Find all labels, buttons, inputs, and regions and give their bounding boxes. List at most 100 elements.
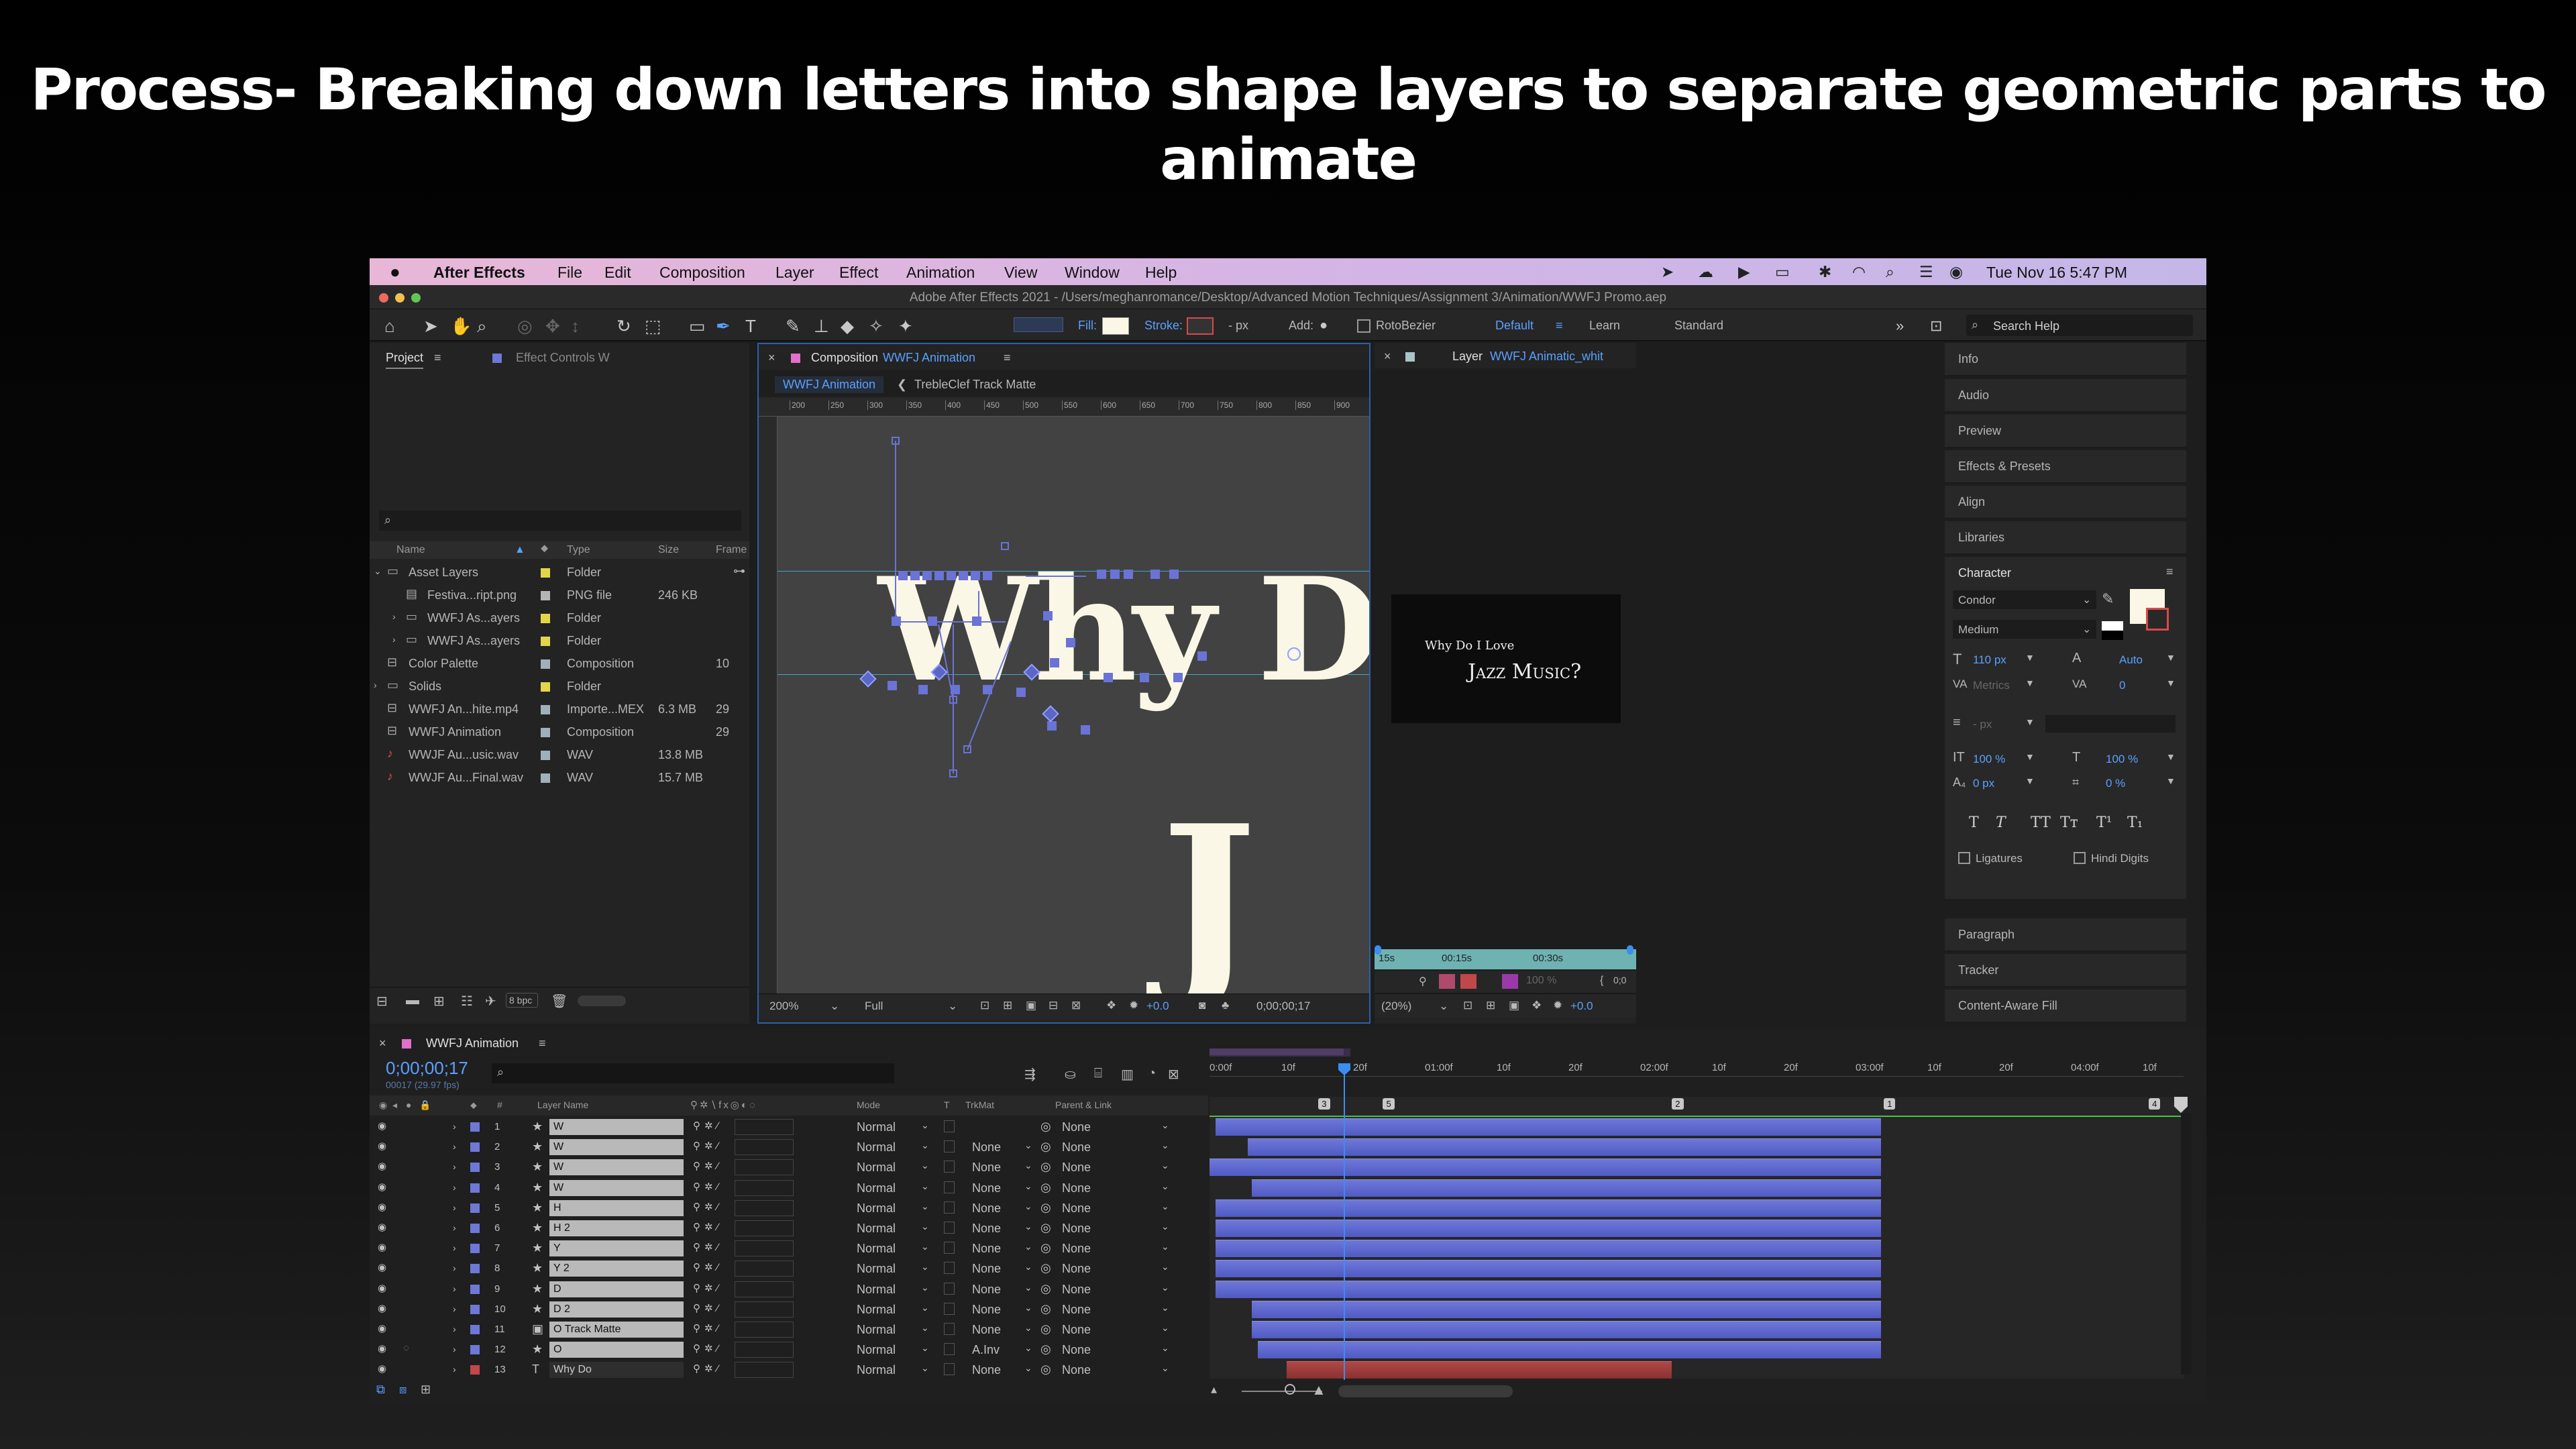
timeline-layer-row[interactable]: ◉ › 6 ★ H 2 ⚲✲∕ Normal ⌄ None ⌄ ◎ None ⌄ <box>370 1218 1204 1238</box>
vertex-handle[interactable] <box>951 685 960 694</box>
expand-layer-icon[interactable]: › <box>453 1202 456 1213</box>
menu-view[interactable]: View <box>1004 264 1037 282</box>
track-matte-chevron-icon[interactable]: ⌄ <box>1024 1221 1032 1232</box>
baseline-shift-value[interactable]: 0 px <box>1973 777 1994 790</box>
align-panel[interactable]: Align <box>1945 486 2186 519</box>
visibility-eye-icon[interactable]: ◉ <box>378 1322 386 1334</box>
leading-chevron-icon[interactable]: ▼ <box>2166 652 2176 663</box>
parent-chevron-icon[interactable]: ⌄ <box>1161 1241 1169 1252</box>
layer-blend-mode[interactable]: Normal <box>857 1262 896 1276</box>
timeline-layer-row[interactable]: ◉ ◌ › 12 ★ O ⚲✲∕ Normal ⌄ A.Inv ⌄ ◎ None ⌄ <box>370 1340 1204 1360</box>
zoom-in-icon[interactable]: ▲ <box>1311 1381 1326 1399</box>
new-composition-icon[interactable]: ⊞ <box>433 993 445 1010</box>
comp-viewer[interactable]: Why Do I Lov J <box>777 417 1369 994</box>
parent-dropdown[interactable]: None <box>1062 1181 1091 1195</box>
layer-duration-bar[interactable] <box>1215 1280 1881 1298</box>
track-matte-dropdown[interactable]: None <box>972 1201 1001 1216</box>
layer-tab-prefix[interactable]: Layer <box>1452 350 1483 364</box>
layer-blend-mode[interactable]: Normal <box>857 1181 896 1195</box>
layer-mask-view-icon[interactable]: ▣ <box>1509 999 1519 1012</box>
pick-whip-icon[interactable]: ◎ <box>1040 1140 1051 1154</box>
visibility-eye-icon[interactable]: ◉ <box>378 1120 386 1132</box>
zoom-slider-thumb[interactable] <box>1285 1384 1295 1395</box>
blend-mode-chevron-icon[interactable]: ⌄ <box>921 1241 929 1252</box>
timeline-layer-row[interactable]: ◉ › 5 ★ H ⚲✲∕ Normal ⌄ None ⌄ ◎ None ⌄ <box>370 1198 1204 1218</box>
comp-marker[interactable]: 2 <box>1672 1098 1684 1110</box>
vertex-handle[interactable] <box>983 571 992 580</box>
visibility-eye-icon[interactable]: ◉ <box>378 1362 386 1375</box>
parent-dropdown[interactable]: None <box>1062 1262 1091 1276</box>
home-icon[interactable]: ⌂ <box>384 316 395 337</box>
parent-chevron-icon[interactable]: ⌄ <box>1161 1181 1169 1192</box>
track-matte-dropdown[interactable]: None <box>972 1242 1001 1256</box>
vertex-handle[interactable] <box>972 616 981 626</box>
blend-mode-chevron-icon[interactable]: ⌄ <box>921 1181 929 1192</box>
expand-layer-icon[interactable]: › <box>453 1303 456 1314</box>
exposure-value[interactable]: +0.0 <box>1146 1000 1169 1013</box>
vertex-handle[interactable] <box>1047 721 1057 731</box>
font-family-dropdown[interactable]: Condor <box>1953 590 2096 609</box>
layer-view-color[interactable] <box>1502 974 1518 989</box>
expand-layer-icon[interactable]: › <box>453 1242 456 1253</box>
blend-mode-chevron-icon[interactable]: ⌄ <box>921 1282 929 1293</box>
layer-duration-bar[interactable] <box>1215 1240 1881 1258</box>
expand-transfer-controls-icon[interactable]: ⧈ <box>399 1383 407 1397</box>
layer-duration-bar[interactable] <box>1215 1220 1881 1237</box>
blend-mode-chevron-icon[interactable]: ⌄ <box>921 1160 929 1171</box>
pick-whip-icon[interactable]: ◎ <box>1040 1160 1051 1174</box>
layer-name-field[interactable]: O <box>549 1342 684 1358</box>
vertex-handle[interactable] <box>928 616 937 626</box>
transparency-grid-icon[interactable]: ⊞ <box>1003 999 1012 1012</box>
project-item[interactable]: › ▭ Solids Folder <box>370 676 749 698</box>
parent-chevron-icon[interactable]: ⌄ <box>1161 1322 1169 1334</box>
preserve-transparency-box[interactable] <box>944 1242 955 1254</box>
project-item[interactable]: ▤ Festiva...ript.png PNG file 246 KB <box>370 584 749 607</box>
layer-switch-boxes[interactable] <box>735 1301 794 1318</box>
blend-mode-chevron-icon[interactable]: ⌄ <box>921 1322 929 1334</box>
more-workspaces-icon[interactable]: » <box>1896 317 1904 335</box>
blend-mode-chevron-icon[interactable]: ⌄ <box>921 1261 929 1273</box>
layer-name-field[interactable]: W <box>549 1179 684 1196</box>
timeline-layer-row[interactable]: ◉ › 13 T Why Do ⚲✲∕ Normal ⌄ None ⌄ ◎ None ⌄ <box>370 1360 1204 1379</box>
comp-marker[interactable]: 5 <box>1383 1098 1395 1110</box>
font-size-value[interactable]: 110 px <box>1973 653 2006 667</box>
fill-swatch[interactable] <box>1102 317 1129 335</box>
content-aware-fill-panel[interactable]: Content-Aware Fill <box>1945 989 2186 1023</box>
time-ruler[interactable]: 0:00f 10f 20f 01:00f 10f 20f 02:00f 10f 20f 03:00… <box>1210 1058 2184 1077</box>
layer-viewer-area[interactable]: Why Do I Love Jazz Music? <box>1375 368 1636 992</box>
marker-row[interactable]: 3 5 2 1 4 <box>1210 1097 2184 1117</box>
menu-effect[interactable]: Effect <box>839 264 878 282</box>
layer-switch-boxes[interactable] <box>735 1139 794 1156</box>
faux-italic-button[interactable]: T <box>1996 814 2006 831</box>
hand-tool-icon[interactable]: ✋ <box>450 316 472 337</box>
timeline-tab[interactable]: WWFJ Animation <box>426 1036 519 1051</box>
blend-mode-chevron-icon[interactable]: ⌄ <box>921 1362 929 1374</box>
lock-column-icon[interactable]: 🔒 <box>419 1099 431 1111</box>
layer-in-bracket-icon[interactable]: { <box>1600 975 1603 987</box>
track-matte-chevron-icon[interactable]: ⌄ <box>1024 1181 1032 1192</box>
vertex-handle[interactable] <box>888 681 897 690</box>
parent-dropdown[interactable]: None <box>1062 1363 1091 1377</box>
project-item[interactable]: ⌄ ▭ Asset Layers Folder <box>370 561 749 584</box>
vertex-handle[interactable] <box>1169 570 1179 579</box>
layer-blend-mode[interactable]: Normal <box>857 1303 896 1317</box>
track-matte-chevron-icon[interactable]: ⌄ <box>1024 1160 1032 1171</box>
layer-duration-bar[interactable] <box>1210 1159 1881 1177</box>
layer-duration-bar[interactable] <box>1252 1179 1881 1197</box>
timeline-vertical-scrollbar[interactable] <box>2181 1113 2192 1375</box>
close-layer-tab-icon[interactable]: × <box>1384 350 1391 364</box>
layer-name-field[interactable]: H <box>549 1199 684 1216</box>
kerning-value[interactable]: Metrics <box>1973 679 2010 692</box>
vertex-handle[interactable] <box>947 571 956 580</box>
preserve-transparency-box[interactable] <box>944 1201 955 1214</box>
track-matte-chevron-icon[interactable]: ⌄ <box>1024 1201 1032 1212</box>
layer-grid-icon[interactable]: ⊞ <box>1486 999 1495 1012</box>
expand-layer-icon[interactable]: › <box>453 1222 456 1233</box>
preserve-transparency-box[interactable] <box>944 1323 955 1335</box>
track-matte-dropdown[interactable]: None <box>972 1181 1001 1195</box>
layer-switch-boxes[interactable] <box>735 1240 794 1257</box>
workspace-menu-icon[interactable]: ≡ <box>1556 319 1563 333</box>
video-column-icon[interactable]: ◉ <box>379 1099 387 1111</box>
project-item[interactable]: ⊟ WWFJ An...hite.mp4 Importe...MEX 6.3 MB 29 <box>370 698 749 721</box>
layer-switches[interactable]: ⚲✲∕ <box>693 1241 722 1253</box>
